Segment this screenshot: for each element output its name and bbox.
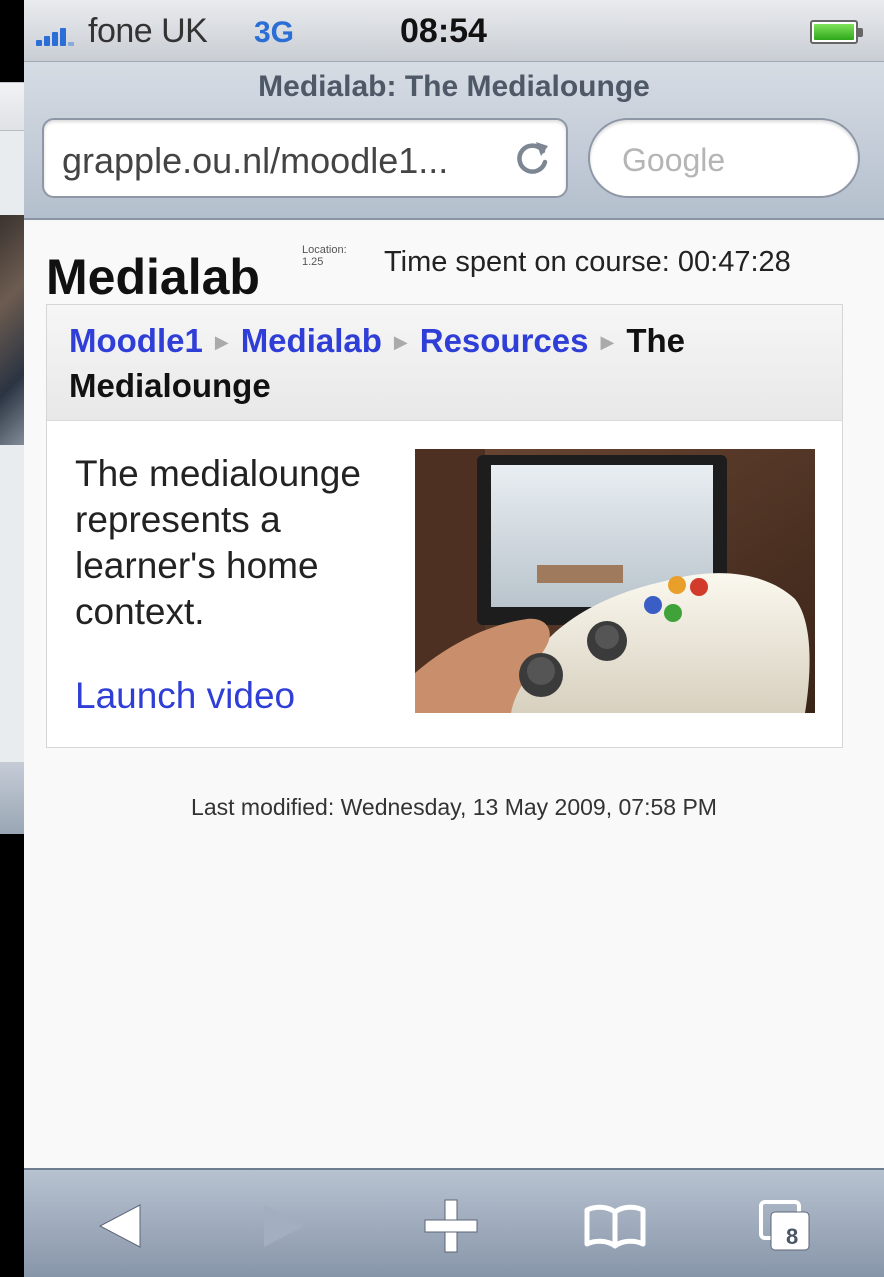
resource-description: The medialounge represents a learner's h… bbox=[75, 453, 361, 632]
open-book-icon bbox=[584, 1204, 646, 1249]
network-type: 3G bbox=[254, 16, 295, 49]
battery-icon bbox=[810, 20, 863, 44]
location-value: 1.25 bbox=[302, 256, 324, 268]
search-field[interactable]: Google bbox=[588, 118, 860, 198]
pages-icon bbox=[759, 1200, 810, 1251]
launch-video-link[interactable]: Launch video bbox=[75, 675, 295, 717]
location-label: Location: bbox=[302, 244, 347, 256]
breadcrumb-separator-icon: ▶ bbox=[393, 332, 408, 352]
course-title: Medialab bbox=[46, 249, 260, 305]
time-spent-on-course: Time spent on course: 00:47:28 bbox=[384, 246, 791, 278]
bookmarks-button[interactable] bbox=[580, 1194, 650, 1258]
page-title: Medialab: The Medialounge bbox=[258, 70, 650, 103]
status-bar: fone UK 3G 08:54 bbox=[24, 0, 884, 62]
address-bar[interactable]: grapple.ou.nl/moodle1... bbox=[42, 118, 568, 198]
pages-button[interactable]: 8 bbox=[750, 1194, 820, 1258]
url-text[interactable]: grapple.ou.nl/moodle1... bbox=[62, 140, 448, 182]
video-thumbnail[interactable] bbox=[415, 449, 815, 713]
breadcrumb: Moodle1 ▶ Medialab ▶ Resources ▶ The Medialoun… bbox=[47, 305, 842, 421]
breadcrumb-link-moodle1[interactable]: Moodle1 bbox=[69, 322, 203, 359]
breadcrumb-separator-icon: ▶ bbox=[600, 332, 615, 352]
breadcrumb-link-medialab[interactable]: Medialab bbox=[241, 322, 382, 359]
browser-toolbar: 8 bbox=[24, 1168, 884, 1277]
add-button[interactable] bbox=[416, 1194, 486, 1258]
forward-button[interactable] bbox=[248, 1194, 318, 1258]
status-time: 08:54 bbox=[400, 12, 487, 50]
browser-chrome: Medialab: The Medialounge grapple.ou.nl/… bbox=[24, 62, 884, 220]
page-content: Medialab Location: 1.25 Time spent on co… bbox=[24, 222, 884, 1168]
breadcrumb-separator-icon: ▶ bbox=[214, 332, 229, 352]
pages-count: 8 bbox=[786, 1224, 799, 1249]
resource-card: Moodle1 ▶ Medialab ▶ Resources ▶ The Medialoun… bbox=[46, 304, 843, 748]
plus-icon bbox=[424, 1199, 478, 1253]
reload-icon[interactable] bbox=[510, 136, 554, 180]
carrier-name: fone UK bbox=[88, 12, 208, 50]
signal-strength-icon bbox=[36, 24, 84, 46]
last-modified: Last modified: Wednesday, 13 May 2009, 0… bbox=[191, 794, 717, 820]
location-indicator: Location: 1.25 bbox=[302, 244, 347, 268]
back-button[interactable] bbox=[86, 1194, 156, 1258]
forward-arrow-icon bbox=[264, 1205, 304, 1247]
back-arrow-icon bbox=[98, 1204, 141, 1248]
phone-screen: fone UK 3G 08:54 Medialab: The Medialoun… bbox=[24, 0, 884, 1277]
search-placeholder: Google bbox=[622, 142, 726, 178]
breadcrumb-link-resources[interactable]: Resources bbox=[420, 322, 589, 359]
